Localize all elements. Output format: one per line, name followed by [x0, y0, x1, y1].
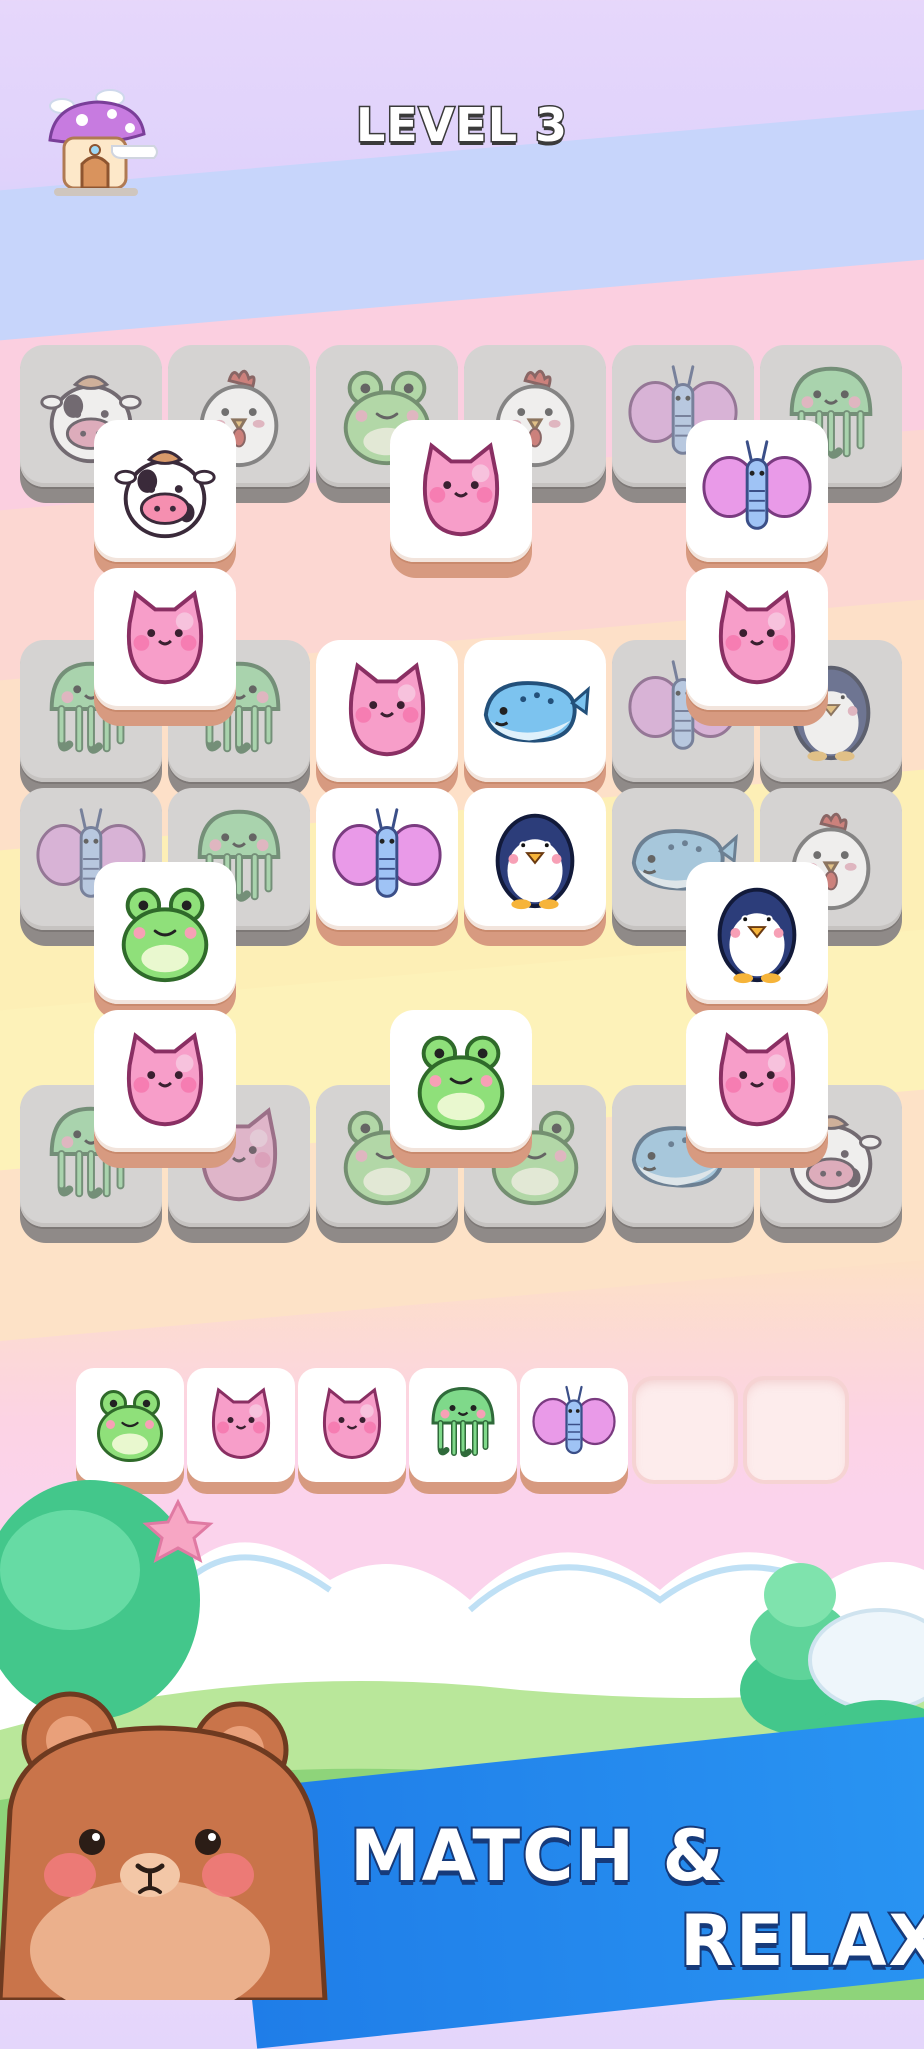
- tile-butterfly[interactable]: [686, 420, 828, 578]
- promo-line-2: RELAX: [678, 1898, 924, 1984]
- tile-penguin[interactable]: [464, 788, 606, 946]
- promo-line-1: MATCH &: [348, 1813, 726, 1899]
- tile-cat[interactable]: [390, 420, 532, 578]
- cat-icon: [307, 1378, 397, 1472]
- tray-tile-cat: [298, 1368, 406, 1494]
- butterfly-icon: [529, 1378, 619, 1472]
- penguin-icon: [698, 872, 816, 994]
- tile-frog[interactable]: [94, 862, 236, 1020]
- level-title: LEVEL 3: [354, 97, 569, 154]
- tile-cow[interactable]: [94, 420, 236, 578]
- tile-penguin[interactable]: [686, 862, 828, 1020]
- cat-icon: [328, 650, 446, 772]
- cow-icon: [106, 430, 224, 552]
- penguin-icon: [476, 798, 594, 920]
- cat-icon: [196, 1378, 286, 1472]
- tray-tile-cat: [187, 1368, 295, 1494]
- cat-icon: [698, 1020, 816, 1142]
- tile-whale[interactable]: [464, 640, 606, 798]
- butterfly-icon: [328, 798, 446, 920]
- tray-slot-empty: [743, 1376, 849, 1484]
- cat-icon: [698, 578, 816, 700]
- cat-icon: [106, 578, 224, 700]
- frog-icon: [106, 872, 224, 994]
- tile-cat[interactable]: [94, 1010, 236, 1168]
- tile-cat[interactable]: [686, 568, 828, 726]
- butterfly-icon: [698, 430, 816, 552]
- tile-butterfly[interactable]: [316, 788, 458, 946]
- jellyfish-icon: [418, 1378, 508, 1472]
- bear-icon: [0, 1691, 328, 2000]
- tray-tile-jellyfish: [409, 1368, 517, 1494]
- cat-icon: [402, 430, 520, 552]
- tile-cat[interactable]: [686, 1010, 828, 1168]
- cat-icon: [106, 1020, 224, 1142]
- game-stage: LEVEL 3 MATCH & RELAX: [0, 0, 924, 2049]
- tile-cat[interactable]: [94, 568, 236, 726]
- tile-cat[interactable]: [316, 640, 458, 798]
- tray-tile-butterfly: [520, 1368, 628, 1494]
- tile-frog[interactable]: [390, 1010, 532, 1168]
- tray-tile-frog: [76, 1368, 184, 1494]
- frog-icon: [402, 1020, 520, 1142]
- whale-icon: [476, 650, 594, 772]
- tray-slot-empty: [632, 1376, 738, 1484]
- frog-icon: [85, 1378, 175, 1472]
